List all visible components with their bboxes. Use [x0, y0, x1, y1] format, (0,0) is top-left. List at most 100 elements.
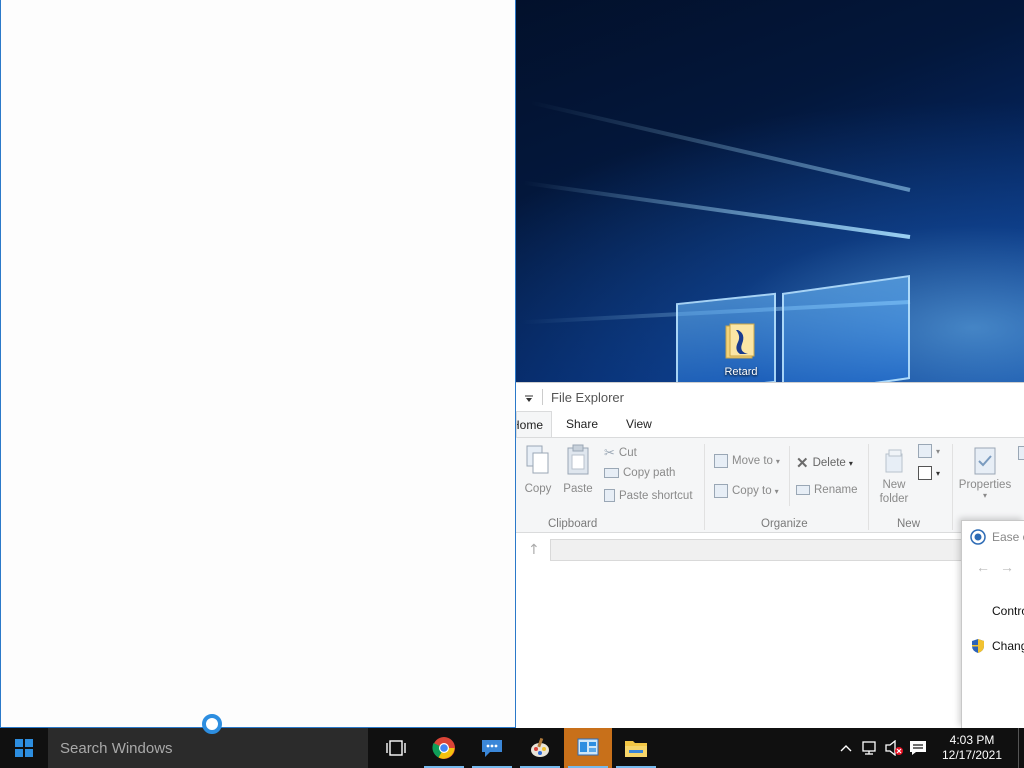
rename-button[interactable]: Rename [796, 484, 857, 496]
paste-button[interactable]: Paste [560, 444, 596, 495]
new-folder-label-2: folder [879, 493, 909, 505]
cut-label: Cut [618, 447, 637, 459]
copy-path-button[interactable]: Copy path [604, 467, 675, 479]
desktop-icon-label: Retard [724, 366, 758, 378]
file-explorer-window: File Explorer Home Share View Copy Paste… [516, 382, 1024, 728]
properties-button[interactable]: Properties ▾ [956, 446, 1014, 500]
chevron-down-icon: ▾ [982, 491, 987, 500]
title-bar: File Explorer [516, 383, 1024, 411]
copy-path-icon [604, 468, 619, 478]
back-arrow-icon[interactable]: ← [976, 559, 1000, 575]
forward-arrow-icon[interactable]: → [1000, 559, 1024, 575]
group-separator [789, 446, 790, 506]
ease-title: Ease of Access [992, 530, 1024, 544]
network-icon[interactable] [858, 728, 882, 768]
file-explorer-taskbar-button[interactable] [612, 728, 660, 768]
open-icon [1018, 446, 1024, 460]
chevron-down-icon: ▾ [936, 468, 941, 478]
ribbon: Copy Paste ✂ Cut Copy path Paste shortcu… [516, 437, 1024, 533]
search-placeholder: Search Windows [60, 739, 173, 757]
open-button-partial[interactable] [1018, 446, 1024, 460]
start-button[interactable] [0, 728, 48, 768]
paint-icon [531, 737, 549, 757]
new-group-label: New [897, 518, 921, 530]
copy-to-button[interactable]: Copy to ▾ [714, 484, 779, 498]
quick-access-dropdown-icon[interactable] [524, 392, 534, 402]
folder-icon [724, 322, 758, 360]
rename-icon [796, 485, 810, 495]
rename-label: Rename [814, 484, 858, 496]
control-panel-icon [577, 738, 599, 756]
new-folder-icon [885, 449, 903, 473]
chrome-icon [432, 737, 455, 759]
properties-icon [974, 447, 996, 475]
paint-taskbar-button[interactable] [516, 728, 564, 768]
paste-label: Paste [563, 483, 593, 495]
light-beam [529, 100, 911, 192]
address-row: ↑ [516, 533, 1024, 567]
paste-icon [567, 444, 589, 475]
copy-label: Copy [524, 483, 552, 495]
chevron-up-icon[interactable] [834, 728, 858, 768]
clipboard-group-label: Clipboard [548, 518, 598, 530]
action-center-icon[interactable] [906, 728, 930, 768]
folder-icon [625, 741, 647, 757]
delete-label: Delete [812, 457, 846, 469]
tab-share[interactable]: Share [552, 411, 612, 437]
windows-logo-icon [15, 739, 33, 757]
task-view-button[interactable] [372, 728, 420, 768]
chat-bubble-icon [482, 740, 502, 757]
ease-of-access-icon [970, 529, 986, 545]
delete-x-icon: ✕ [796, 455, 809, 472]
breadcrumb-control-panel[interactable]: Control Panel [992, 604, 1024, 618]
control-panel-taskbar-button[interactable] [564, 728, 612, 768]
show-desktop-button[interactable] [1018, 728, 1024, 768]
ease-of-access-window: Ease of Access ←→ Control Panel Change [961, 520, 1024, 728]
paste-shortcut-button[interactable]: Paste shortcut [604, 489, 693, 502]
chevron-down-icon: ▾ [775, 456, 780, 466]
tab-view[interactable]: View [612, 411, 666, 437]
move-to-icon [714, 454, 728, 468]
organize-group-label: Organize [761, 518, 808, 530]
chrome-taskbar-button[interactable] [420, 728, 468, 768]
start-search-panel [0, 0, 516, 728]
taskbar: Search Windows 4:03 PM 12/17/2021 [0, 728, 1024, 768]
clock-date: 12/17/2021 [941, 748, 1003, 762]
chevron-down-icon: ▾ [936, 446, 941, 456]
volume-muted-icon[interactable] [882, 728, 906, 768]
new-item-icon [918, 444, 932, 458]
ease-nav-arrows: ←→ [976, 559, 1024, 575]
cut-button[interactable]: ✂ Cut [604, 445, 637, 461]
task-view-icon [386, 740, 406, 756]
new-item-button[interactable]: ▾ [918, 444, 940, 458]
copy-to-label: Copy to [732, 485, 772, 497]
shield-icon [972, 639, 984, 653]
easy-access-icon [918, 466, 932, 480]
easy-access-button[interactable]: ▾ [918, 466, 940, 480]
group-separator [952, 444, 953, 530]
light-beam [523, 180, 911, 239]
clock[interactable]: 4:03 PM 12/17/2021 [930, 733, 1014, 763]
new-folder-button[interactable]: New folder [874, 448, 914, 506]
window-title: File Explorer [551, 389, 624, 405]
copy-button[interactable]: Copy [520, 444, 556, 495]
new-folder-label-1: New [882, 479, 906, 491]
group-separator [868, 444, 869, 530]
system-tray: 4:03 PM 12/17/2021 [834, 728, 1024, 768]
scissors-icon: ✂ [604, 445, 615, 460]
tab-home[interactable]: Home [516, 411, 552, 437]
desktop-icon-retard[interactable]: Retard [706, 322, 776, 378]
cortana-icon[interactable] [202, 714, 222, 734]
chevron-down-icon: ▾ [774, 486, 779, 496]
group-separator [704, 444, 705, 530]
copy-path-label: Copy path [623, 467, 676, 479]
copy-to-icon [714, 484, 728, 498]
delete-button[interactable]: ✕ Delete ▾ [796, 454, 853, 472]
ribbon-tabs: Home Share View [516, 411, 1024, 437]
change-setting-link[interactable]: Change [970, 638, 1024, 654]
up-arrow-icon[interactable]: ↑ [528, 542, 550, 558]
address-bar[interactable] [550, 539, 970, 561]
search-box[interactable]: Search Windows [48, 728, 368, 768]
messaging-taskbar-button[interactable] [468, 728, 516, 768]
move-to-button[interactable]: Move to ▾ [714, 454, 780, 468]
